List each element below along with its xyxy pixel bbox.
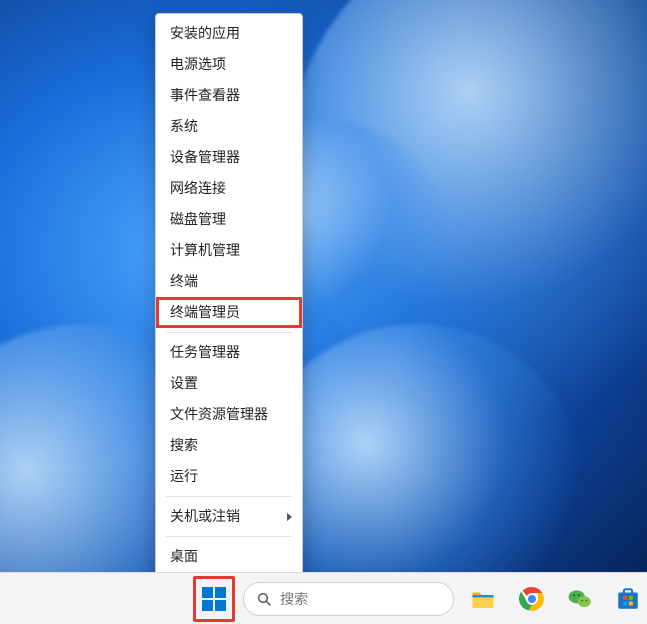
menu-separator (166, 496, 292, 497)
microsoft-store-icon (615, 586, 641, 612)
menu-item[interactable]: 系统 (156, 111, 302, 142)
search-input[interactable] (280, 591, 441, 607)
menu-item[interactable]: 桌面 (156, 541, 302, 572)
menu-item[interactable]: 磁盘管理 (156, 204, 302, 235)
taskbar-chrome[interactable] (513, 578, 551, 620)
start-context-menu: 安装的应用电源选项事件查看器系统设备管理器网络连接磁盘管理计算机管理终端终端管理… (155, 13, 303, 577)
desktop: 安装的应用电源选项事件查看器系统设备管理器网络连接磁盘管理计算机管理终端终端管理… (0, 0, 647, 624)
menu-item[interactable]: 任务管理器 (156, 337, 302, 368)
chrome-icon (519, 586, 545, 612)
menu-item[interactable]: 终端管理员 (156, 297, 302, 328)
start-button[interactable] (195, 578, 233, 620)
file-explorer-icon (470, 586, 496, 612)
taskbar-search[interactable] (243, 582, 454, 616)
menu-item[interactable]: 网络连接 (156, 173, 302, 204)
menu-item[interactable]: 电源选项 (156, 49, 302, 80)
menu-item[interactable]: 文件资源管理器 (156, 399, 302, 430)
menu-item[interactable]: 设置 (156, 368, 302, 399)
taskbar-wechat[interactable] (561, 578, 599, 620)
windows-logo-icon (202, 587, 226, 611)
taskbar-microsoft-store[interactable] (609, 578, 647, 620)
menu-item[interactable]: 安装的应用 (156, 18, 302, 49)
wechat-icon (567, 586, 593, 612)
menu-item[interactable]: 事件查看器 (156, 80, 302, 111)
menu-item[interactable]: 计算机管理 (156, 235, 302, 266)
search-icon (256, 591, 272, 607)
taskbar (0, 572, 647, 624)
menu-item[interactable]: 设备管理器 (156, 142, 302, 173)
menu-separator (166, 536, 292, 537)
menu-item[interactable]: 搜索 (156, 430, 302, 461)
menu-separator (166, 332, 292, 333)
menu-item[interactable]: 关机或注销 (156, 501, 302, 532)
menu-item[interactable]: 终端 (156, 266, 302, 297)
taskbar-file-explorer[interactable] (464, 578, 502, 620)
menu-item[interactable]: 运行 (156, 461, 302, 492)
